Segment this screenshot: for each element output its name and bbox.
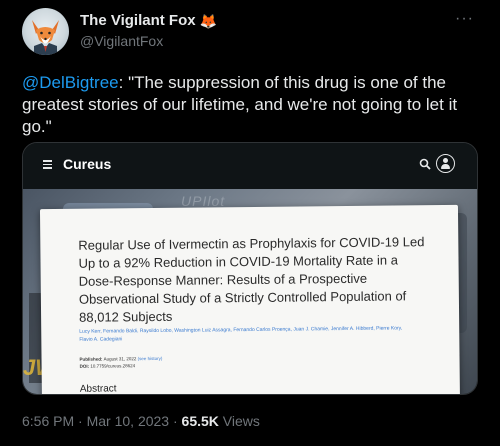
cureus-header-bar: Cureus	[23, 143, 477, 189]
paper-title: Regular Use of Ivermectin as Prophylaxis…	[78, 234, 425, 325]
tweet-date[interactable]: Mar 10, 2023	[87, 413, 170, 429]
paper-authors: Lucy Kerr, Fernando Baldi, Raysildo Lobo…	[79, 325, 403, 343]
fox-emoji-icon: 🦊	[199, 12, 218, 29]
tweet-text: @DelBigtree: "The suppression of this dr…	[22, 72, 482, 138]
user-account-icon	[436, 154, 455, 173]
paper-publication-info: Published: August 31, 2022 (see history)…	[80, 355, 163, 370]
tweet-time[interactable]: 6:56 PM	[22, 413, 74, 429]
published-label: Published:	[79, 356, 103, 362]
history-link: (see history)	[137, 355, 163, 362]
meta-separator: ·	[78, 413, 83, 429]
abstract-heading: Abstract	[79, 383, 117, 395]
fox-avatar-icon	[32, 20, 59, 55]
mention-link[interactable]: @DelBigtree	[22, 73, 119, 92]
paper-page: Regular Use of Ivermectin as Prophylaxis…	[39, 204, 461, 395]
author-name[interactable]: The Vigilant Fox 🦊	[80, 12, 217, 29]
author-display-name[interactable]: The Vigilant Fox	[80, 12, 196, 29]
hamburger-menu-icon	[43, 160, 52, 169]
views-count[interactable]: 65.5K	[182, 413, 219, 429]
tweet-meta: 6:56 PM · Mar 10, 2023 · 65.5K Views	[22, 413, 260, 429]
meta-separator: ·	[172, 413, 178, 429]
views-label: Views	[222, 413, 260, 429]
search-icon	[419, 158, 431, 170]
published-value: August 31, 2022	[103, 356, 137, 362]
doi-label: DOI:	[79, 363, 90, 369]
media-card[interactable]: Cureus UPIlot JW Regular Use of Ivermect…	[22, 142, 478, 395]
author-handle[interactable]: @VigilantFox	[80, 33, 163, 49]
avatar[interactable]	[22, 8, 69, 55]
more-options-icon[interactable]: ···	[455, 10, 474, 28]
doi-value: 10.7759/cureus.28624	[90, 363, 136, 369]
cureus-logo: Cureus	[63, 156, 112, 172]
